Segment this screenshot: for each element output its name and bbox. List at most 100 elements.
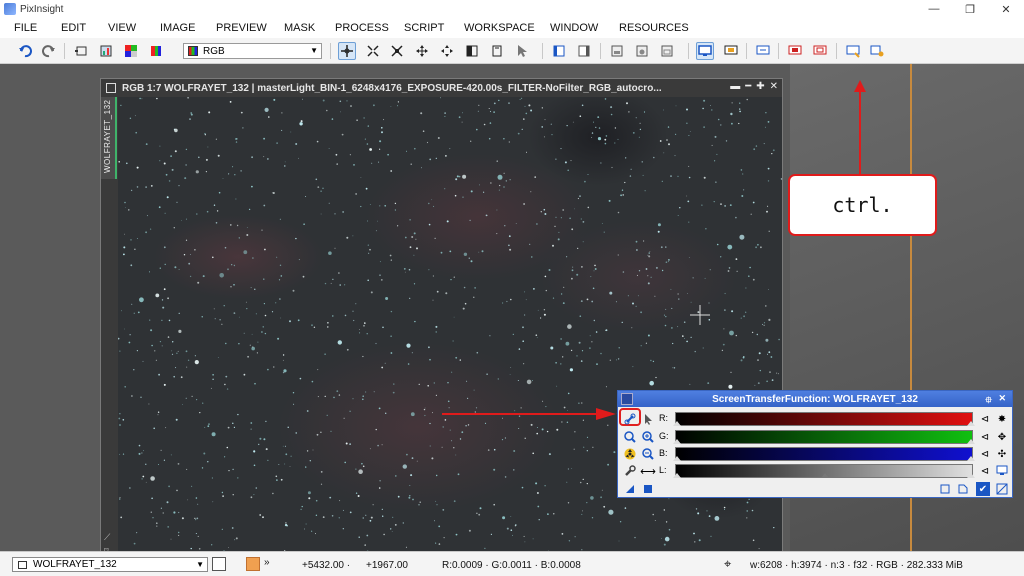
minimize-button[interactable]: — [916, 0, 952, 18]
chevron-down-icon: ▼ [310, 46, 318, 55]
stf-row-b: B: ⊲ ✣ [618, 446, 1012, 462]
channel-select[interactable]: RGB ▼ [183, 43, 322, 59]
annotation-arrow-right [442, 408, 616, 420]
view-side-tab[interactable]: WOLFRAYET_132 [101, 97, 117, 179]
mask-invert-icon[interactable] [811, 42, 829, 60]
reset-r-icon[interactable]: ⊲ [978, 412, 992, 426]
undo-icon[interactable] [16, 42, 34, 60]
stf-row-l: ⟷ L: ⊲ [618, 463, 1012, 479]
menu-preview[interactable]: PREVIEW [216, 22, 267, 34]
menu-script[interactable]: SCRIPT [404, 22, 444, 34]
app-title: PixInsight [20, 3, 64, 15]
square-icon[interactable] [938, 482, 952, 496]
stf-logo-icon [621, 393, 633, 405]
process-icon-c[interactable] [658, 42, 676, 60]
minimize-icon[interactable]: ━ [745, 81, 751, 92]
stf-bar-b[interactable] [673, 447, 975, 461]
image-window-titlebar[interactable]: RGB 1:7 WOLFRAYET_132 | masterLight_BIN-… [101, 79, 782, 97]
process-icon-b[interactable] [633, 42, 651, 60]
close-icon[interactable]: ✕ [998, 393, 1006, 404]
reset-l-icon[interactable]: ⊲ [978, 464, 992, 478]
stf-dialog[interactable]: ScreenTransferFunction: WOLFRAYET_132 ⯐ … [617, 390, 1013, 498]
workspace-settings-icon[interactable] [868, 42, 886, 60]
process-icon-a[interactable] [608, 42, 626, 60]
crosshair-icon[interactable]: ⌖ [724, 556, 731, 572]
pin-icon[interactable]: ⯐ [985, 393, 992, 409]
corner-icon[interactable]: ⟋ [104, 532, 114, 542]
readout-mode-icon[interactable] [338, 42, 356, 60]
stf-bar-l[interactable] [673, 464, 975, 478]
main-toolbar [0, 38, 1024, 64]
zoom-in-icon[interactable] [623, 430, 637, 444]
display-icon[interactable] [754, 42, 772, 60]
menu-edit[interactable]: EDIT [61, 22, 86, 34]
reset-b-icon[interactable]: ⊲ [978, 447, 992, 461]
stf-title: ScreenTransferFunction: WOLFRAYET_132 [712, 393, 918, 405]
global-apply-icon[interactable] [641, 482, 655, 496]
reset-g-icon[interactable]: ⊲ [978, 430, 992, 444]
mask-show-icon[interactable] [786, 42, 804, 60]
pan-icon[interactable]: ✣ [995, 447, 1009, 461]
color-swatch-icon[interactable] [246, 557, 260, 571]
redo-icon[interactable] [40, 42, 58, 60]
view-list-icon[interactable] [212, 557, 226, 571]
view-selector[interactable]: WOLFRAYET_132 ▼ [12, 557, 208, 572]
channel-combine-icon[interactable] [147, 42, 165, 60]
channel-split-icon[interactable] [122, 42, 140, 60]
close-icon[interactable]: ✕ [770, 81, 778, 92]
edit-preview-icon[interactable] [488, 42, 506, 60]
statistics-icon[interactable] [97, 42, 115, 60]
stf-bar-g[interactable] [673, 430, 975, 444]
window-menu-icon[interactable] [106, 83, 116, 93]
workspace-icon[interactable] [844, 42, 862, 60]
pan-mode-icon[interactable] [413, 42, 431, 60]
image-info: w:6208 · h:3974 · n:3 · f32 · RGB · 282.… [750, 560, 963, 571]
screen-transfer-function-icon[interactable] [696, 42, 714, 60]
close-button[interactable]: ✕ [988, 0, 1024, 18]
pixel-values: R:0.0009 · G:0.0011 · B:0.0008 [442, 560, 581, 571]
stf-tools-icon[interactable] [722, 42, 740, 60]
channel-label-b: B: [659, 448, 668, 458]
monitor-icon[interactable] [995, 464, 1009, 478]
maximize-button[interactable]: ❐ [952, 0, 988, 18]
new-preview-icon[interactable] [463, 42, 481, 60]
stf-bar-r[interactable] [673, 412, 975, 426]
image-info-icon[interactable] [72, 42, 90, 60]
shade-icon[interactable]: ▬ [730, 81, 740, 92]
menu-view[interactable]: VIEW [108, 22, 136, 34]
menu-resources[interactable]: RESOURCES [619, 22, 689, 34]
maximize-icon[interactable]: ✚ [756, 81, 764, 92]
channel-label-l: L: [659, 465, 667, 475]
cursor-x: +5432.00 · [302, 560, 351, 571]
menu-mask[interactable]: MASK [284, 22, 315, 34]
edit-mode-pointer-icon[interactable] [641, 412, 655, 426]
pointer-icon[interactable] [513, 42, 531, 60]
menu-process[interactable]: PROCESS [335, 22, 389, 34]
new-instance-icon[interactable] [623, 482, 637, 496]
menu-window[interactable]: WINDOW [550, 22, 598, 34]
more-icon[interactable]: » [264, 557, 270, 568]
explorer-icon[interactable] [550, 42, 568, 60]
zoom-in-plus-icon[interactable] [641, 430, 655, 444]
move-icon[interactable]: ✥ [995, 430, 1009, 444]
zoom-out-icon[interactable] [641, 447, 655, 461]
auto-stretch-icon[interactable]: ✸ [995, 412, 1009, 426]
menu-image[interactable]: IMAGE [160, 22, 195, 34]
link-channels-icon[interactable] [623, 412, 637, 426]
view-selector-value: WOLFRAYET_132 [33, 559, 117, 570]
menu-file[interactable]: FILE [14, 22, 37, 34]
horizontal-arrows-icon[interactable]: ⟷ [640, 464, 656, 478]
zoom-in-mode-icon[interactable] [364, 42, 382, 60]
document-icon[interactable] [956, 482, 970, 496]
stf-titlebar[interactable]: ScreenTransferFunction: WOLFRAYET_132 ⯐ … [618, 391, 1012, 407]
zoom-out-mode-icon[interactable] [388, 42, 406, 60]
wrench-icon[interactable] [623, 464, 637, 478]
menu-workspace[interactable]: WORKSPACE [464, 22, 535, 34]
center-mode-icon[interactable] [438, 42, 456, 60]
apply-check-icon[interactable]: ✔ [976, 482, 990, 496]
radiation-icon[interactable] [623, 447, 637, 461]
panel-icon[interactable] [575, 42, 593, 60]
cursor-y: +1967.00 [366, 560, 408, 571]
reset-all-icon[interactable] [995, 482, 1009, 496]
channel-label-r: R: [659, 413, 668, 423]
